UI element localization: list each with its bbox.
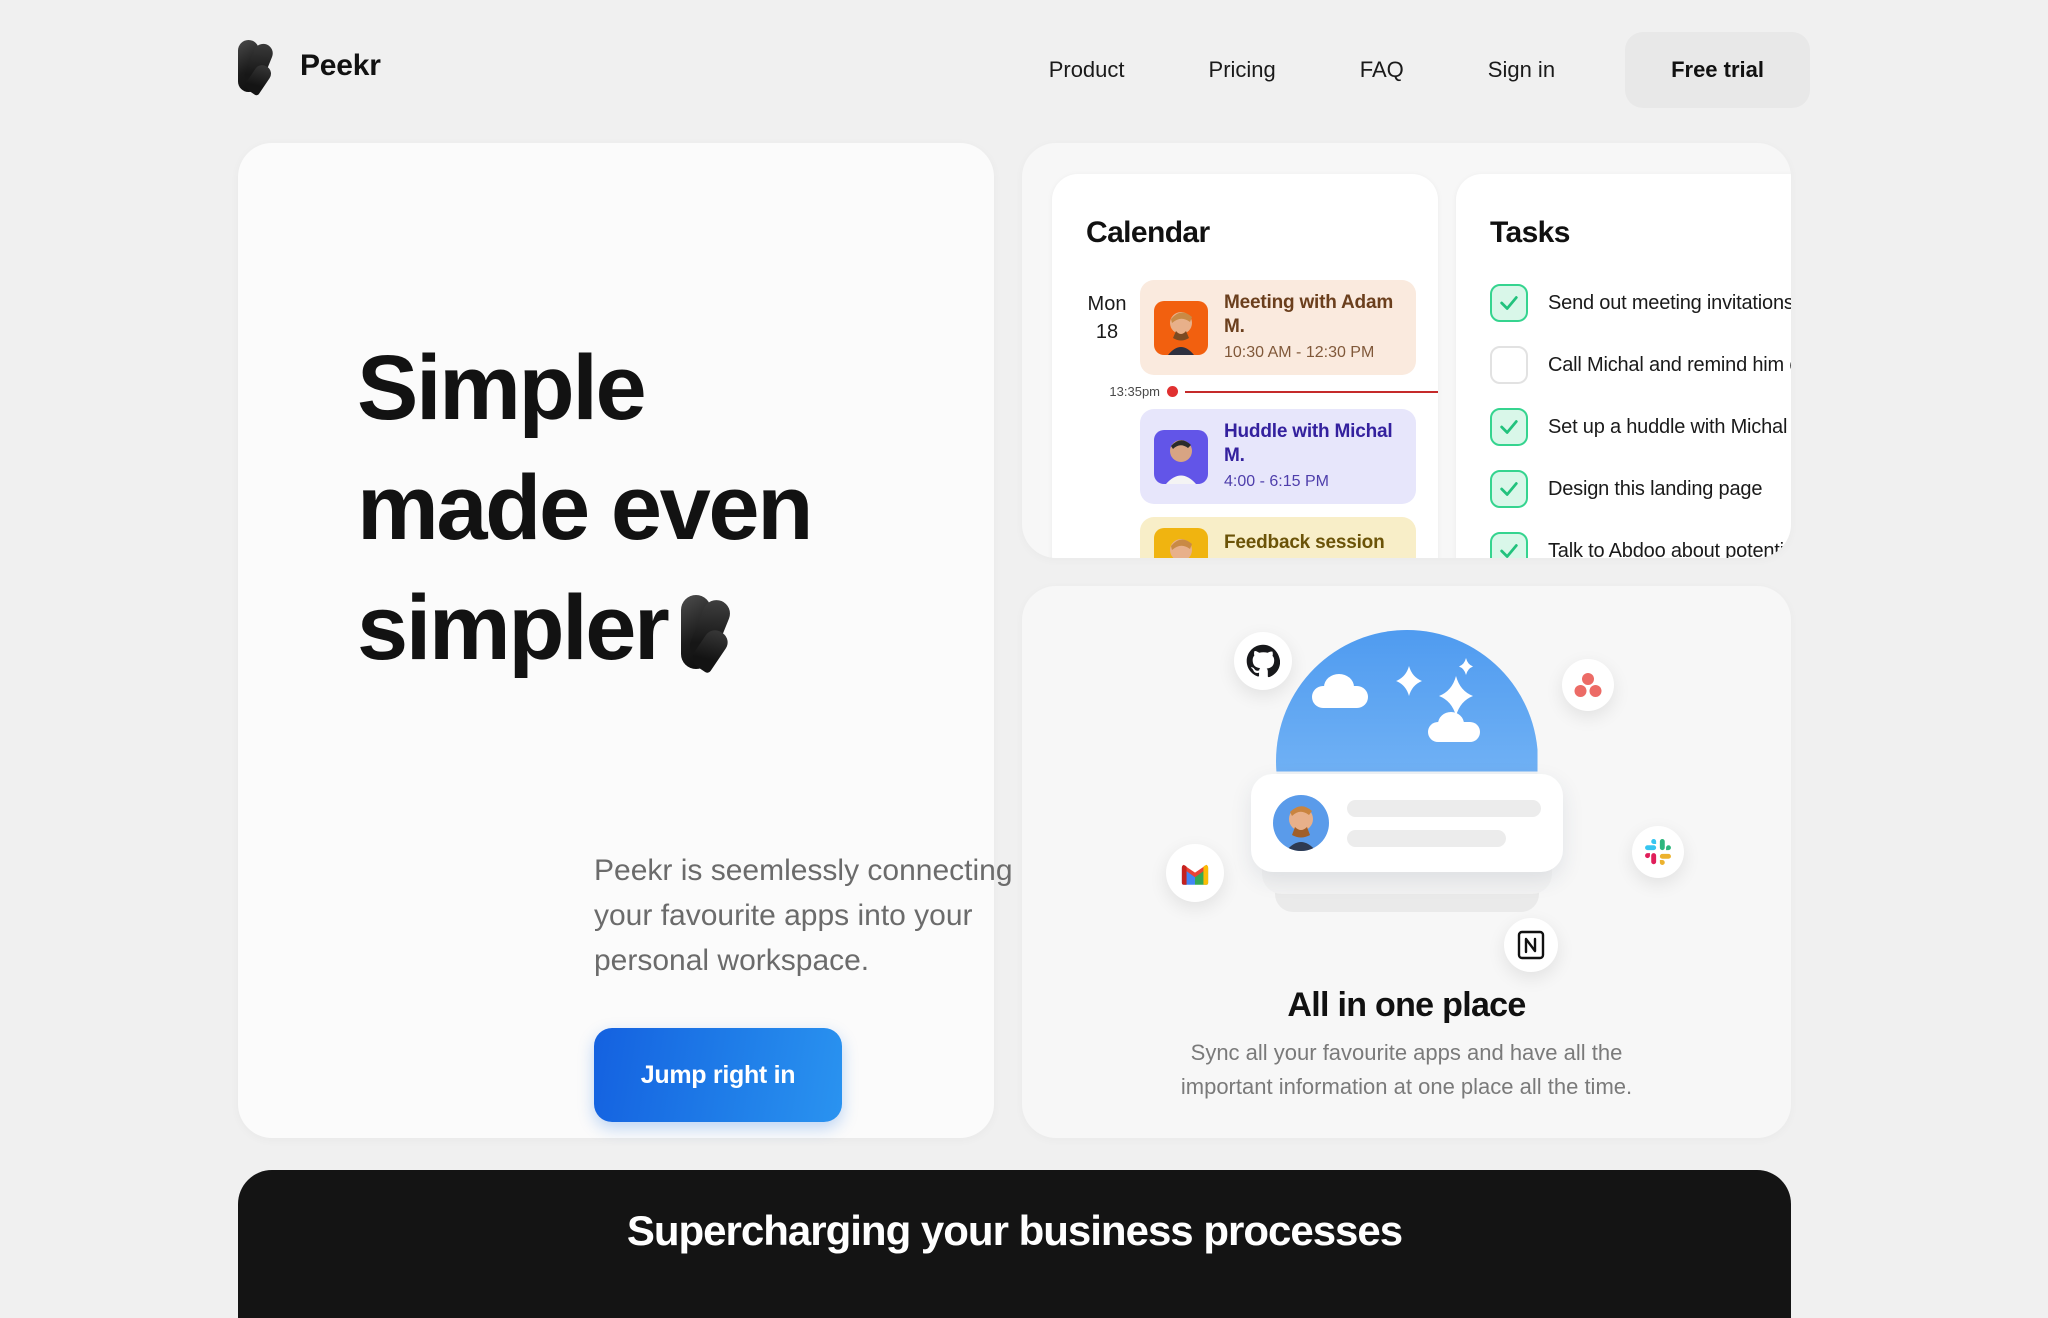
task-checkbox-checked[interactable] <box>1490 470 1528 508</box>
dark-banner-title: Supercharging your business processes <box>626 1207 1403 1254</box>
dashboard-preview-panel: Calendar Mon 18 Meeting with Adam M. 10:… <box>1022 143 1791 558</box>
adam-avatar <box>1154 300 1208 355</box>
hero-heading-line-3: simpler <box>357 577 670 679</box>
notion-icon[interactable] <box>1504 918 1558 972</box>
hero-heading-line-2: made even <box>357 457 813 559</box>
calendar-event-title: Meeting with Adam M. <box>1224 292 1394 337</box>
nav-links: Product Pricing FAQ Sign in Free trial <box>1007 32 1810 108</box>
task-label: Send out meeting invitations for an <box>1548 291 1791 314</box>
calendar-event-title: Feedback session <box>1224 531 1385 553</box>
sparkle-icon <box>1458 658 1473 675</box>
calendar-event-time: 4:00 - 6:15 PM <box>1224 473 1329 490</box>
message-card <box>1250 774 1563 872</box>
task-label: Set up a huddle with Michal Malewic <box>1548 415 1791 438</box>
message-placeholder-lines <box>1346 799 1541 847</box>
tasks-list: Send out meeting invitations for an Call… <box>1456 284 1791 558</box>
adam-avatar-2 <box>1154 528 1208 558</box>
peekr-logo-icon <box>238 40 282 97</box>
calendar-event-title: Huddle with Michal M. <box>1224 421 1393 466</box>
all-in-one-subtitle: Sync all your favourite apps and have al… <box>1180 1040 1633 1099</box>
asana-icon[interactable] <box>1562 659 1614 711</box>
calendar-title: Calendar <box>1086 216 1210 249</box>
task-checkbox-checked[interactable] <box>1490 408 1528 446</box>
peekr-logo-inline-icon <box>681 595 745 675</box>
top-navigation: Peekr Product Pricing FAQ Sign in Free t… <box>0 0 2048 140</box>
current-time-label: 13:35pm <box>1109 384 1160 399</box>
calendar-date: 18 <box>1095 321 1119 343</box>
calendar-event[interactable]: Huddle with Michal M. 4:00 - 6:15 PM <box>1140 409 1416 504</box>
task-item[interactable]: Talk to Abdoo about potential feedba <box>1490 532 1791 558</box>
calendar-day-label: Mon 18 <box>1074 280 1140 558</box>
hero-card: Simple made even simpler Peekr is seemle… <box>238 143 1051 1138</box>
all-in-one-title: All in one place <box>1287 986 1526 1024</box>
sparkle-icon <box>1395 666 1422 696</box>
github-icon[interactable] <box>1234 632 1292 690</box>
brand-name: Peekr <box>300 49 381 82</box>
nav-item-sign-in[interactable]: Sign in <box>1446 34 1597 106</box>
hero-heading-line-1: Simple <box>357 337 647 439</box>
landing-page: Peekr Product Pricing FAQ Sign in Free t… <box>0 0 2048 1318</box>
calendar-card: Calendar Mon 18 Meeting with Adam M. 10:… <box>1052 174 1438 558</box>
tasks-card: Tasks Send out meeting invitations for a… <box>1456 174 1791 558</box>
calendar-events-mon: Meeting with Adam M. 10:30 AM - 12:30 PM… <box>1109 280 1438 558</box>
all-in-one-place-card: All in one place Sync all your favourite… <box>1022 586 1791 1138</box>
integrations-illustration <box>1022 586 1791 976</box>
task-checkbox-unchecked[interactable] <box>1490 346 1528 384</box>
avatar <box>1272 795 1329 851</box>
task-item[interactable]: Set up a huddle with Michal Malewic <box>1490 408 1791 446</box>
nav-item-pricing[interactable]: Pricing <box>1167 34 1318 106</box>
calendar-body: Mon 18 Meeting with Adam M. 10:30 AM - 1… <box>1052 280 1438 558</box>
dark-banner: Supercharging your business processes <box>238 1170 1791 1318</box>
gmail-icon[interactable] <box>1166 844 1224 902</box>
task-item[interactable]: Send out meeting invitations for an <box>1490 284 1791 322</box>
hero-subtitle: Peekr is seemlessly connecting all your … <box>594 854 1051 977</box>
placeholder-line <box>1346 799 1541 817</box>
jump-right-in-button[interactable]: Jump right in <box>594 1028 842 1122</box>
current-time-marker: 13:35pm <box>1098 384 1438 399</box>
sparkle-icon <box>1438 676 1473 716</box>
current-time-line <box>1185 390 1438 393</box>
hero-heading: Simple made even simpler <box>357 328 977 688</box>
cloud-icon <box>1323 674 1354 700</box>
task-label: Talk to Abdoo about potential feedba <box>1548 539 1791 559</box>
brand-logo[interactable]: Peekr <box>238 40 381 97</box>
task-checkbox-checked[interactable] <box>1490 284 1528 322</box>
calendar-day-mon: Mon 18 Meeting with Adam M. 10:30 AM - 1… <box>1052 280 1438 558</box>
slack-icon[interactable] <box>1632 826 1684 878</box>
calendar-event-time: 6:30 - 7:20 PM <box>1224 558 1385 559</box>
nav-item-faq[interactable]: FAQ <box>1318 34 1446 106</box>
free-trial-button[interactable]: Free trial <box>1625 32 1810 108</box>
task-checkbox-checked[interactable] <box>1490 532 1528 558</box>
calendar-event[interactable]: Feedback session 6:30 - 7:20 PM <box>1140 517 1416 558</box>
task-label: Design this landing page <box>1548 477 1763 500</box>
calendar-event-time: 10:30 AM - 12:30 PM <box>1224 344 1375 361</box>
task-item[interactable]: Call Michal and remind him of makin <box>1490 346 1791 384</box>
nav-item-product[interactable]: Product <box>1007 34 1167 106</box>
task-item[interactable]: Design this landing page <box>1490 470 1791 508</box>
current-time-dot <box>1167 386 1178 397</box>
task-label: Call Michal and remind him of makin <box>1548 353 1791 376</box>
michal-avatar <box>1154 429 1208 484</box>
calendar-weekday: Mon <box>1087 293 1127 315</box>
placeholder-line <box>1346 829 1506 847</box>
calendar-event[interactable]: Meeting with Adam M. 10:30 AM - 12:30 PM <box>1140 280 1416 375</box>
tasks-title: Tasks <box>1490 216 1570 249</box>
